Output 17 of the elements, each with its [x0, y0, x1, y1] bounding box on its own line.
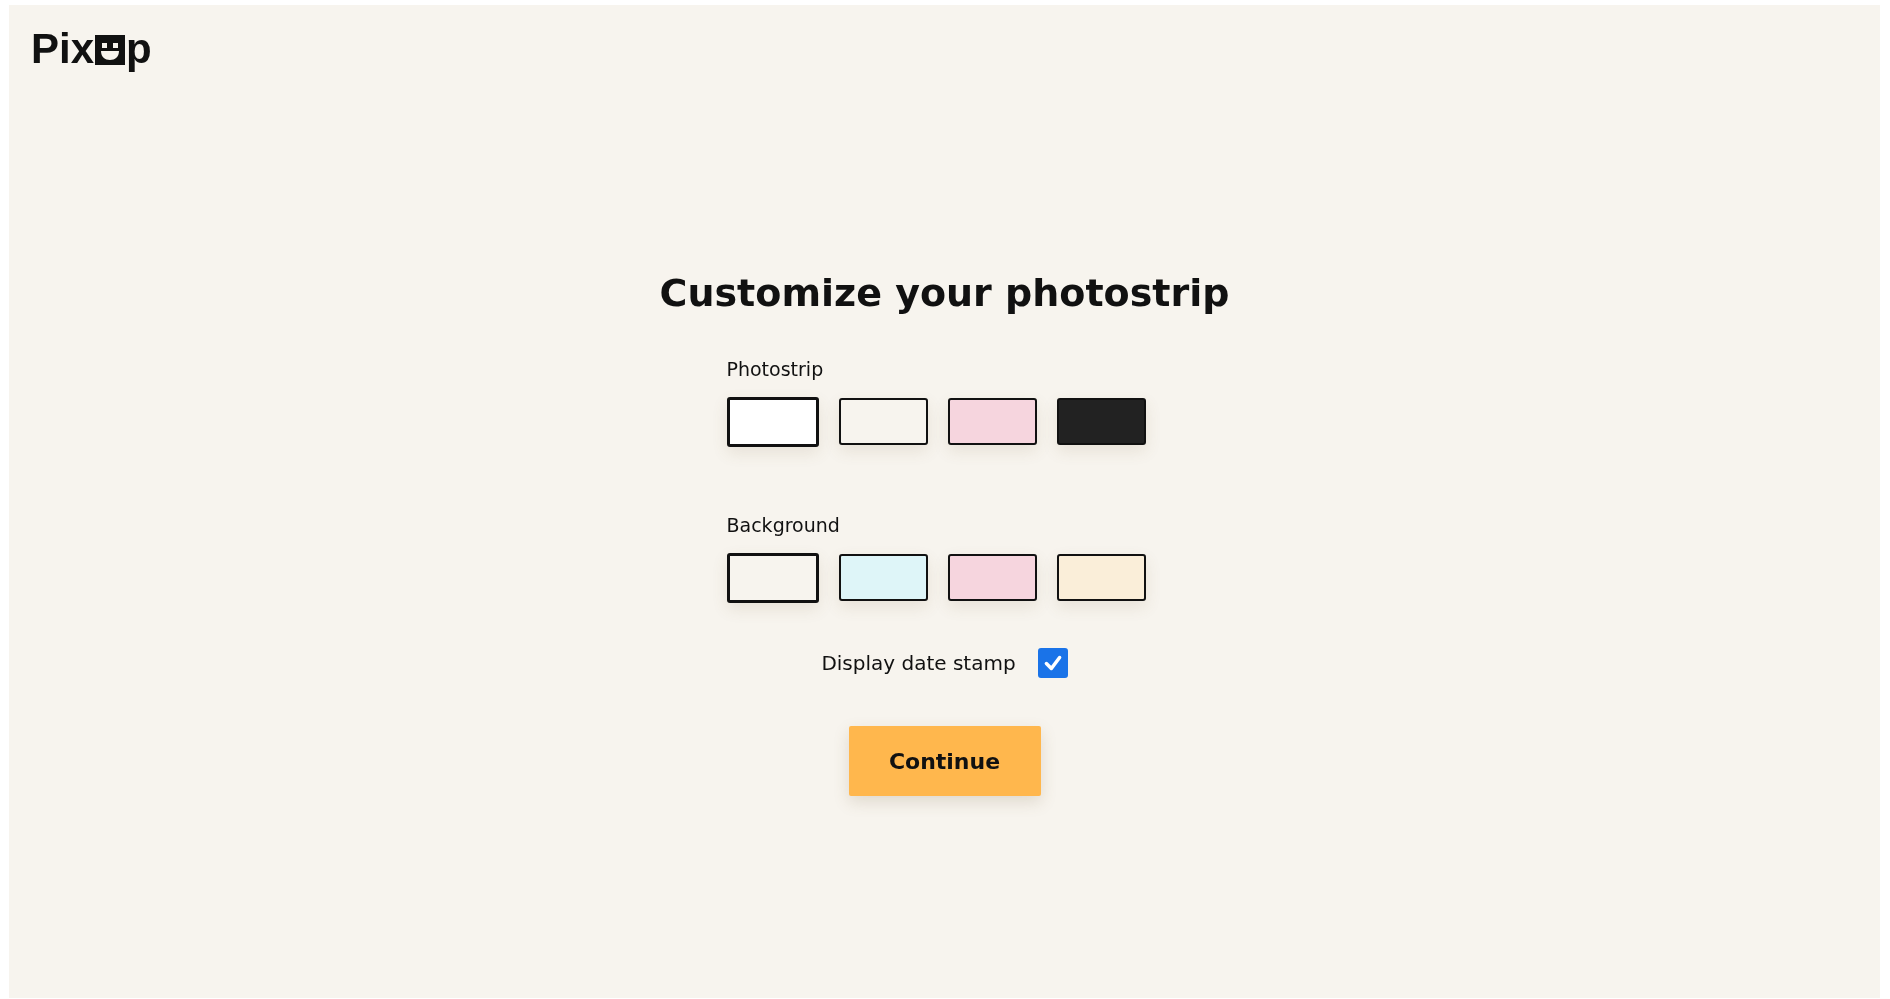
color-swatch[interactable]	[947, 398, 1037, 445]
color-swatch[interactable]	[838, 398, 928, 445]
section-label: Background	[726, 514, 841, 536]
continue-button[interactable]: Continue	[848, 726, 1041, 796]
logo-text: Pix	[31, 25, 95, 73]
color-swatch[interactable]	[947, 554, 1037, 601]
color-swatch[interactable]	[1056, 554, 1146, 601]
checkbox-label: Display date stamp	[821, 651, 1016, 675]
color-swatch[interactable]	[726, 553, 819, 603]
logo-text: p	[126, 25, 152, 73]
checkbox[interactable]	[1037, 648, 1068, 678]
smiley-icon	[95, 35, 126, 65]
color-swatch[interactable]	[1056, 398, 1146, 445]
color-swatch[interactable]	[726, 397, 819, 447]
page-title: Customize your photostrip	[659, 271, 1230, 315]
section-label: Photostrip	[726, 358, 825, 380]
color-swatch[interactable]	[838, 554, 928, 601]
